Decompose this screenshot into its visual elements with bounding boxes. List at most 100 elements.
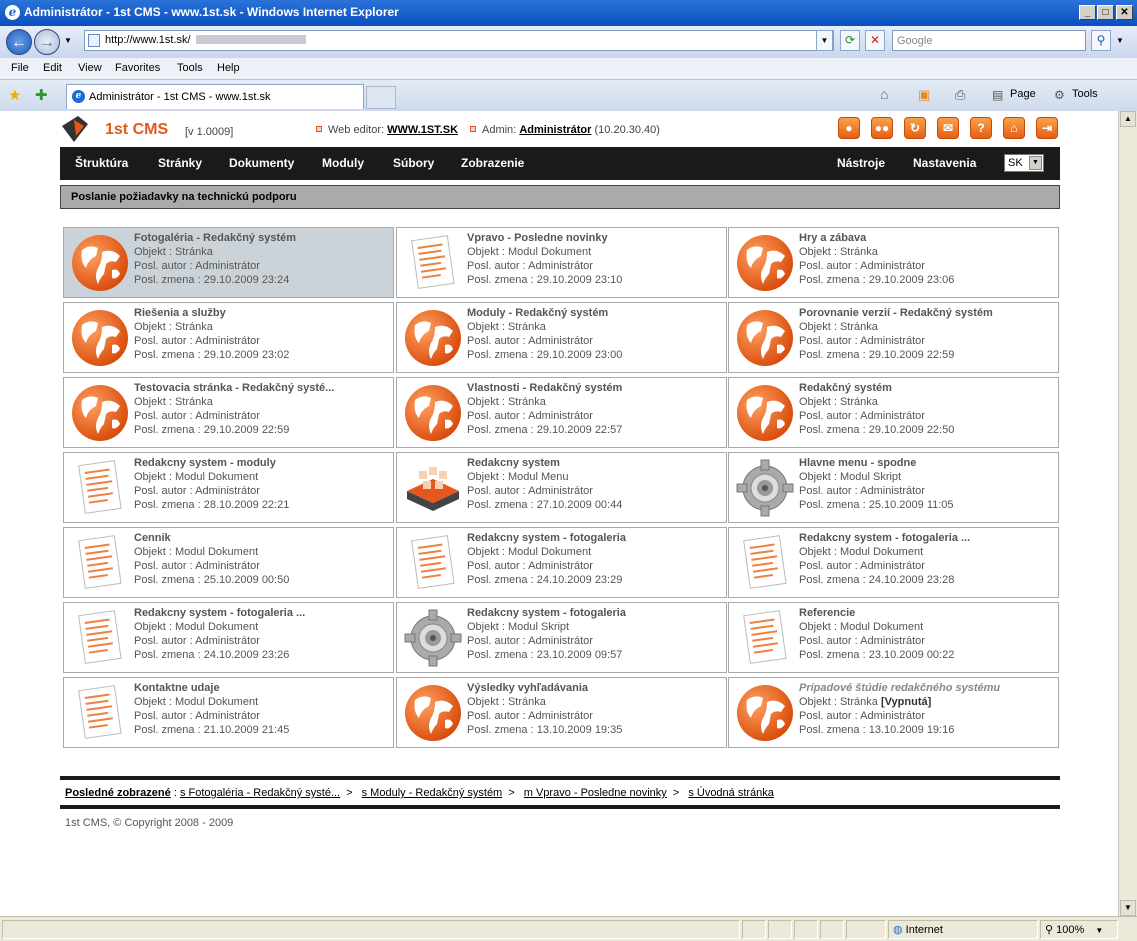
- print-icon[interactable]: ⎙: [955, 87, 965, 103]
- card-item[interactable]: Redakcny system - fotogaleria ... Objekt …: [728, 527, 1059, 598]
- history-dropdown-icon[interactable]: ▼: [64, 36, 72, 45]
- menu-favorites[interactable]: Favorites: [115, 62, 160, 74]
- stop-icon[interactable]: ✕: [865, 30, 885, 51]
- card-item[interactable]: Riešenia a služby Objekt : Stránka Posl. a…: [63, 302, 394, 373]
- nav-zobrazenie[interactable]: Zobrazenie: [461, 156, 524, 170]
- home-icon[interactable]: ⌂: [1003, 117, 1025, 139]
- card-title[interactable]: Fotogaléria - Redakčný systém: [134, 232, 296, 244]
- nav-nastroje[interactable]: Nástroje: [837, 156, 885, 170]
- card-author: Posl. autor : Administrátor: [134, 335, 260, 347]
- card-item[interactable]: Hry a zábava Objekt : Stránka Posl. autor …: [728, 227, 1059, 298]
- address-dropdown-icon[interactable]: ▼: [816, 30, 833, 51]
- scroll-down-icon[interactable]: ▼: [1120, 900, 1136, 916]
- card-object: Objekt : Modul Dokument: [467, 546, 591, 558]
- card-title[interactable]: Redakcny system - fotogaleria: [467, 607, 626, 619]
- card-item[interactable]: Referencie Objekt : Modul Dokument Posl. a…: [728, 602, 1059, 673]
- zoom-control[interactable]: ⚲ 100% ▼: [1040, 920, 1118, 939]
- search-go-icon[interactable]: ⚲: [1091, 30, 1111, 51]
- card-item[interactable]: Testovacia stránka - Redakčný systé... Ob…: [63, 377, 394, 448]
- search-options-icon[interactable]: ▼: [1116, 36, 1124, 45]
- nav-moduly[interactable]: Moduly: [322, 156, 364, 170]
- close-button[interactable]: ✕: [1116, 5, 1133, 20]
- card-title[interactable]: Redakcny system - fotogaleria ...: [799, 532, 970, 544]
- user-icon[interactable]: ●: [838, 117, 860, 139]
- card-item[interactable]: Redakcny system - fotogaleria Objekt : Mo…: [396, 527, 727, 598]
- history-link-3[interactable]: m Vpravo - Posledne novinky: [524, 787, 667, 799]
- card-title[interactable]: Referencie: [799, 607, 855, 619]
- card-title[interactable]: Redakcny system - fotogaleria: [467, 532, 626, 544]
- history-link-4[interactable]: s Úvodná stránka: [688, 787, 774, 799]
- history-link-2[interactable]: s Moduly - Redakčný systém: [362, 787, 503, 799]
- card-title[interactable]: Cennik: [134, 532, 171, 544]
- maximize-button[interactable]: □: [1097, 5, 1114, 20]
- search-input[interactable]: Google: [892, 30, 1086, 51]
- nav-stranky[interactable]: Stránky: [158, 156, 202, 170]
- address-input[interactable]: http://www.1st.sk/: [84, 30, 834, 51]
- menu-help[interactable]: Help: [217, 62, 240, 74]
- add-favorites-icon[interactable]: ✚: [35, 86, 48, 104]
- card-item[interactable]: Kontaktne udaje Objekt : Modul Dokument Po…: [63, 677, 394, 748]
- security-zone[interactable]: ◍ Internet: [888, 920, 1038, 939]
- admin-link[interactable]: Administrátor: [519, 124, 591, 136]
- mail-icon[interactable]: ✉: [937, 117, 959, 139]
- card-item[interactable]: Moduly - Redakčný systém Objekt : Stránka…: [396, 302, 727, 373]
- card-item[interactable]: Fotogaléria - Redakčný systém Objekt : St…: [63, 227, 394, 298]
- card-item[interactable]: Vpravo - Posledne novinky Objekt : Modul …: [396, 227, 727, 298]
- card-title[interactable]: Redakčný systém: [799, 382, 892, 394]
- card-object: Objekt : Stránka: [799, 321, 878, 333]
- forward-button[interactable]: →: [34, 29, 60, 55]
- feeds-icon[interactable]: ▣: [918, 87, 930, 103]
- back-button[interactable]: ←: [6, 29, 32, 55]
- scroll-up-icon[interactable]: ▲: [1120, 111, 1136, 127]
- page-menu[interactable]: Page: [1010, 88, 1036, 100]
- card-title[interactable]: Redakcny system - moduly: [134, 457, 276, 469]
- menu-tools[interactable]: Tools: [177, 62, 203, 74]
- card-title[interactable]: Moduly - Redakčný systém: [467, 307, 608, 319]
- card-item[interactable]: Prípadové štúdie redakčného systému Objek…: [728, 677, 1059, 748]
- new-tab-button[interactable]: [366, 86, 396, 109]
- tools-menu[interactable]: Tools: [1072, 88, 1098, 100]
- card-item[interactable]: Vlastnosti - Redakčný systém Objekt : Str…: [396, 377, 727, 448]
- minimize-button[interactable]: _: [1079, 5, 1096, 20]
- card-title[interactable]: Výsledky vyhľadávania: [467, 682, 588, 694]
- card-item[interactable]: Výsledky vyhľadávania Objekt : Stránka Pos…: [396, 677, 727, 748]
- nav-nastavenia[interactable]: Nastavenia: [913, 156, 976, 170]
- card-title[interactable]: Vlastnosti - Redakčný systém: [467, 382, 622, 394]
- history-link-1[interactable]: s Fotogaléria - Redakčný systé...: [180, 787, 340, 799]
- nav-struktura[interactable]: Štruktúra: [75, 156, 128, 170]
- menu-file[interactable]: File: [11, 62, 29, 74]
- card-title[interactable]: Porovnanie verzií - Redakčný systém: [799, 307, 993, 319]
- web-editor-link[interactable]: WWW.1ST.SK: [387, 124, 458, 136]
- home-icon[interactable]: ⌂: [880, 86, 888, 102]
- card-title[interactable]: Hry a zábava: [799, 232, 866, 244]
- card-title[interactable]: Kontaktne udaje: [134, 682, 220, 694]
- card-item[interactable]: Redakcny system - fotogaleria ... Objekt …: [63, 602, 394, 673]
- card-title[interactable]: Hlavne menu - spodne: [799, 457, 916, 469]
- card-item[interactable]: Hlavne menu - spodne Objekt : Modul Skrip…: [728, 452, 1059, 523]
- menu-edit[interactable]: Edit: [43, 62, 62, 74]
- card-title[interactable]: Vpravo - Posledne novinky: [467, 232, 608, 244]
- card-title[interactable]: Prípadové štúdie redakčného systému: [799, 682, 1000, 694]
- card-item[interactable]: Redakčný systém Objekt : Stránka Posl. aut…: [728, 377, 1059, 448]
- card-item[interactable]: Redakcny system - fotogaleria Objekt : Mo…: [396, 602, 727, 673]
- card-item[interactable]: Redakcny system Objekt : Modul Menu Posl. …: [396, 452, 727, 523]
- logout-icon[interactable]: ⇥: [1036, 117, 1058, 139]
- favorites-star-icon[interactable]: ★: [8, 86, 21, 104]
- help-icon[interactable]: ?: [970, 117, 992, 139]
- nav-dokumenty[interactable]: Dokumenty: [229, 156, 294, 170]
- card-title[interactable]: Riešenia a služby: [134, 307, 226, 319]
- nav-subory[interactable]: Súbory: [393, 156, 434, 170]
- card-item[interactable]: Porovnanie verzií - Redakčný systém Objek…: [728, 302, 1059, 373]
- card-title[interactable]: Redakcny system: [467, 457, 560, 469]
- card-title[interactable]: Testovacia stránka - Redakčný systé...: [134, 382, 334, 394]
- language-select[interactable]: SK ▼: [1004, 154, 1044, 172]
- card-item[interactable]: Cennik Objekt : Modul Dokument Posl. autor…: [63, 527, 394, 598]
- users-icon[interactable]: ●●: [871, 117, 893, 139]
- card-title[interactable]: Redakcny system - fotogaleria ...: [134, 607, 305, 619]
- vertical-scrollbar[interactable]: ▲ ▼: [1118, 111, 1137, 916]
- menu-view[interactable]: View: [78, 62, 102, 74]
- refresh-icon[interactable]: ⟳: [840, 30, 860, 51]
- refresh-icon[interactable]: ↻: [904, 117, 926, 139]
- card-item[interactable]: Redakcny system - moduly Objekt : Modul D…: [63, 452, 394, 523]
- tab-active[interactable]: e Administrátor - 1st CMS - www.1st.sk: [66, 84, 364, 109]
